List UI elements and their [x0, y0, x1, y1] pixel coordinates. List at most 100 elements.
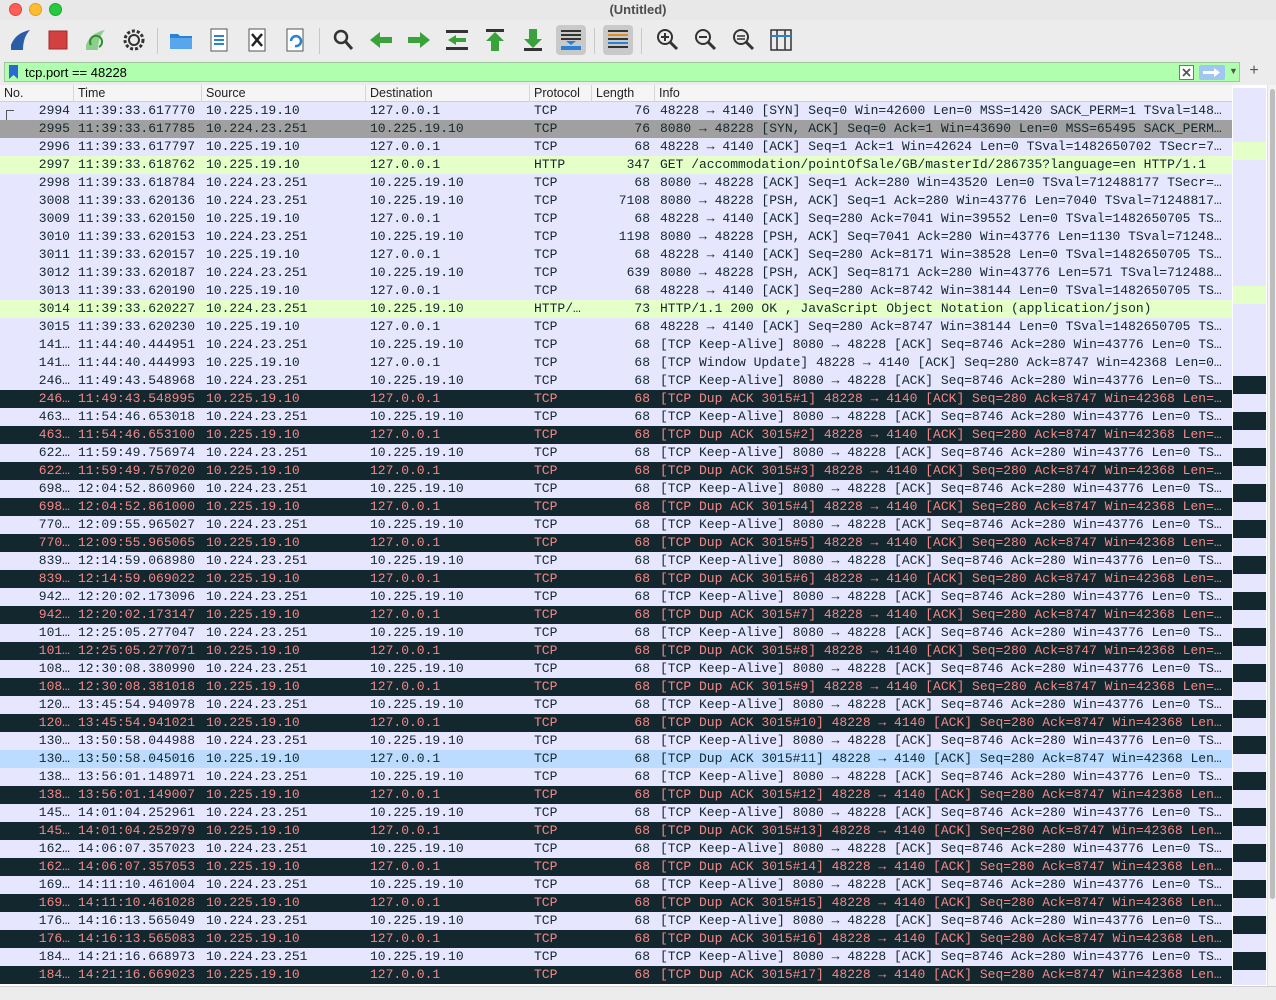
reload-file-button[interactable] — [280, 25, 310, 55]
packet-number: 169… — [38, 877, 70, 892]
find-packet-button[interactable] — [328, 25, 358, 55]
packet-row[interactable]: 2994 11:39:33.617770 10.225.19.10 127.0.0.1… — [0, 102, 1232, 120]
packet-number: 162… — [38, 841, 70, 856]
go-back-button[interactable] — [366, 25, 396, 55]
packet-length: 68 — [634, 463, 650, 478]
packet-row[interactable]: 3012 11:39:33.620187 10.224.23.251 10.225.1… — [0, 264, 1232, 282]
column-header-time[interactable]: Time — [74, 85, 202, 102]
packet-row[interactable]: 145… 14:01:04.252961 10.224.23.251 10.225.1… — [0, 804, 1232, 822]
packet-row[interactable]: 698… 12:04:52.861000 10.225.19.10 127.0.0.1… — [0, 498, 1232, 516]
start-capture-button[interactable] — [6, 25, 36, 55]
packet-row[interactable]: 463… 11:54:46.653018 10.224.23.251 10.225.1… — [0, 408, 1232, 426]
packet-row[interactable]: 942… 12:20:02.173096 10.224.23.251 10.225.1… — [0, 588, 1232, 606]
packet-row[interactable]: 169… 14:11:10.461028 10.225.19.10 127.0.0.1… — [0, 894, 1232, 912]
restart-capture-button[interactable] — [81, 25, 111, 55]
column-header-length[interactable]: Length — [592, 85, 655, 102]
pane-splitter[interactable] — [0, 986, 1276, 1000]
packet-destination: 127.0.0.1 — [370, 931, 441, 946]
packet-row[interactable]: 770… 12:09:55.965065 10.225.19.10 127.0.0.1… — [0, 534, 1232, 552]
packet-minimap[interactable] — [1233, 88, 1266, 985]
packet-row[interactable]: 770… 12:09:55.965027 10.224.23.251 10.225.1… — [0, 516, 1232, 534]
open-file-button[interactable] — [166, 25, 196, 55]
packet-row[interactable]: 120… 13:45:54.940978 10.224.23.251 10.225.1… — [0, 696, 1232, 714]
packet-number: 101… — [38, 643, 70, 658]
colorize-button[interactable] — [603, 25, 633, 55]
packet-row[interactable]: 839… 12:14:59.068980 10.224.23.251 10.225.1… — [0, 552, 1232, 570]
packet-row[interactable]: 2997 11:39:33.618762 10.225.19.10 127.0.0.1… — [0, 156, 1232, 174]
packet-number: 246… — [38, 391, 70, 406]
packet-destination: 10.225.19.10 — [370, 697, 464, 712]
packet-row[interactable]: 3015 11:39:33.620230 10.225.19.10 127.0.0.1… — [0, 318, 1232, 336]
packet-row[interactable]: 3014 11:39:33.620227 10.224.23.251 10.225.1… — [0, 300, 1232, 318]
vertical-scrollbar[interactable] — [1267, 85, 1276, 1000]
packet-row[interactable]: 2996 11:39:33.617797 10.225.19.10 127.0.0.1… — [0, 138, 1232, 156]
packet-row[interactable]: 622… 11:59:49.757020 10.225.19.10 127.0.0.1… — [0, 462, 1232, 480]
packet-row[interactable]: 839… 12:14:59.069022 10.225.19.10 127.0.0.1… — [0, 570, 1232, 588]
packet-row[interactable]: 108… 12:30:08.381018 10.225.19.10 127.0.0.1… — [0, 678, 1232, 696]
packet-row[interactable]: 101… 12:25:05.277047 10.224.23.251 10.225.1… — [0, 624, 1232, 642]
go-to-packet-button[interactable] — [442, 25, 472, 55]
close-file-button[interactable] — [242, 25, 272, 55]
packet-row[interactable]: 138… 13:56:01.149007 10.225.19.10 127.0.0.1… — [0, 786, 1232, 804]
packet-row[interactable]: 246… 11:49:43.548995 10.225.19.10 127.0.0.1… — [0, 390, 1232, 408]
packet-row[interactable]: 141… 11:44:40.444951 10.224.23.251 10.225.1… — [0, 336, 1232, 354]
save-file-button[interactable] — [204, 25, 234, 55]
packet-row[interactable]: 3009 11:39:33.620150 10.225.19.10 127.0.0.1… — [0, 210, 1232, 228]
column-header-info[interactable]: Info — [655, 85, 1232, 102]
packet-row[interactable]: 162… 14:06:07.357023 10.224.23.251 10.225.1… — [0, 840, 1232, 858]
packet-row[interactable]: 145… 14:01:04.252979 10.225.19.10 127.0.0.1… — [0, 822, 1232, 840]
packet-row[interactable]: 3013 11:39:33.620190 10.225.19.10 127.0.0.1… — [0, 282, 1232, 300]
column-header-no[interactable]: No. — [0, 85, 74, 102]
packet-row[interactable]: 138… 13:56:01.148971 10.224.23.251 10.225.1… — [0, 768, 1232, 786]
zoom-out-button[interactable] — [690, 25, 720, 55]
packet-destination: 10.225.19.10 — [370, 445, 464, 460]
packet-row[interactable]: 184… 14:21:16.669023 10.225.19.10 127.0.0.1… — [0, 966, 1232, 984]
packet-row[interactable]: 622… 11:59:49.756974 10.224.23.251 10.225.1… — [0, 444, 1232, 462]
column-header-protocol[interactable]: Protocol — [530, 85, 592, 102]
packet-time: 13:56:01.149007 — [78, 787, 196, 802]
apply-filter-button[interactable] — [1199, 65, 1225, 80]
packet-protocol: TCP — [534, 607, 558, 622]
display-filter-input[interactable] — [25, 64, 1165, 80]
packet-row[interactable]: 2998 11:39:33.618784 10.224.23.251 10.225.1… — [0, 174, 1232, 192]
bookmark-icon[interactable] — [8, 65, 19, 79]
zoom-in-button[interactable] — [652, 25, 682, 55]
filter-history-dropdown[interactable]: ▼ — [1229, 66, 1239, 78]
packet-row[interactable]: 169… 14:11:10.461004 10.224.23.251 10.225.1… — [0, 876, 1232, 894]
packet-row[interactable]: 463… 11:54:46.653100 10.225.19.10 127.0.0.1… — [0, 426, 1232, 444]
packet-row[interactable]: 120… 13:45:54.941021 10.225.19.10 127.0.0.1… — [0, 714, 1232, 732]
normal-size-button[interactable] — [728, 25, 758, 55]
packet-row[interactable]: 942… 12:20:02.173147 10.225.19.10 127.0.0.1… — [0, 606, 1232, 624]
add-filter-button[interactable]: + — [1246, 62, 1262, 82]
packet-row[interactable]: 3010 11:39:33.620153 10.224.23.251 10.225.1… — [0, 228, 1232, 246]
clear-icon[interactable] — [1179, 65, 1194, 80]
go-forward-button[interactable] — [404, 25, 434, 55]
packet-row[interactable]: 184… 14:21:16.668973 10.224.23.251 10.225.1… — [0, 948, 1232, 966]
packet-row[interactable]: 101… 12:25:05.277071 10.225.19.10 127.0.0.1… — [0, 642, 1232, 660]
column-header-destination[interactable]: Destination — [366, 85, 530, 102]
packet-row[interactable]: 246… 11:49:43.548968 10.224.23.251 10.225.1… — [0, 372, 1232, 390]
packet-row[interactable]: 130… 13:50:58.044988 10.224.23.251 10.225.1… — [0, 732, 1232, 750]
packet-row[interactable]: 162… 14:06:07.357053 10.225.19.10 127.0.0.1… — [0, 858, 1232, 876]
packet-row[interactable]: 3011 11:39:33.620157 10.225.19.10 127.0.0.1… — [0, 246, 1232, 264]
packet-info: [TCP Dup ACK 3015#7] 48228 → 4140 [ACK] … — [660, 607, 1222, 622]
capture-options-button[interactable] — [119, 25, 149, 55]
stop-capture-button[interactable] — [43, 25, 73, 55]
packet-row[interactable]: 176… 14:16:13.565049 10.224.23.251 10.225.1… — [0, 912, 1232, 930]
packet-row[interactable]: 108… 12:30:08.380990 10.224.23.251 10.225.1… — [0, 660, 1232, 678]
packet-time: 12:20:02.173147 — [78, 607, 196, 622]
resize-columns-button[interactable] — [766, 25, 796, 55]
packet-row[interactable]: 176… 14:16:13.565083 10.225.19.10 127.0.0.1… — [0, 930, 1232, 948]
packet-row[interactable]: 698… 12:04:52.860960 10.224.23.251 10.225.1… — [0, 480, 1232, 498]
column-header-source[interactable]: Source — [202, 85, 366, 102]
auto-scroll-button[interactable] — [556, 25, 586, 55]
scrollbar-thumb[interactable] — [1270, 89, 1275, 899]
packet-row[interactable]: 3008 11:39:33.620136 10.224.23.251 10.225.1… — [0, 192, 1232, 210]
packet-row[interactable]: 2995 11:39:33.617785 10.224.23.251 10.225.1… — [0, 120, 1232, 138]
packet-row[interactable]: 141… 11:44:40.444993 10.225.19.10 127.0.0.1… — [0, 354, 1232, 372]
packet-row[interactable]: 130… 13:50:58.045016 10.225.19.10 127.0.0.1… — [0, 750, 1232, 768]
packet-time: 12:30:08.380990 — [78, 661, 196, 676]
go-first-button[interactable] — [480, 25, 510, 55]
packet-info: [TCP Dup ACK 3015#2] 48228 → 4140 [ACK] … — [660, 427, 1222, 442]
go-last-button[interactable] — [518, 25, 548, 55]
